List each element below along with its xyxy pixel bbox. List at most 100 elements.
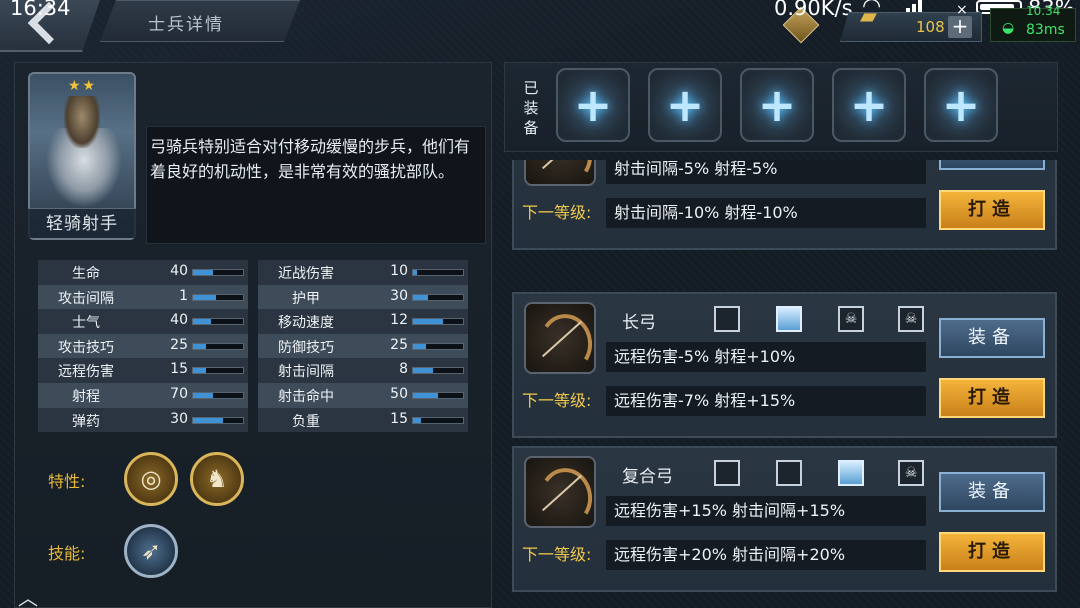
- trait-label: 特性:: [48, 472, 86, 491]
- stat-value: 15: [390, 410, 408, 427]
- stat-row: 生命 40: [38, 260, 248, 285]
- status-time: 16:34: [10, 0, 71, 20]
- top-bar: 16:34 士兵详情 0.90K/s ◠ 83% ▰ 108 + × 10.34…: [0, 0, 1080, 54]
- stat-row: 移动速度 12: [258, 309, 468, 334]
- tier-checkbox[interactable]: [776, 460, 802, 486]
- stats-column-2: 近战伤害 10 护甲 30 移动速度 12 防御技巧 25 射击间隔 8 射击命中 50 负重 15: [258, 260, 468, 433]
- stat-bar-fill: [413, 270, 417, 275]
- stat-bar: [412, 318, 464, 326]
- stat-value: 25: [170, 336, 188, 353]
- stat-value: 12: [390, 312, 408, 329]
- weapon-name: 复合弓: [622, 467, 673, 487]
- stat-bar: [192, 269, 244, 276]
- stat-bar-fill: [193, 270, 213, 275]
- add-icon: +: [941, 78, 981, 132]
- stat-label: 射击间隔: [278, 364, 334, 381]
- equip-slot-weapon[interactable]: +: [556, 68, 630, 142]
- stat-label: 负重: [292, 413, 320, 430]
- bow-icon: [524, 160, 596, 186]
- forge-button[interactable]: 打造: [939, 378, 1045, 418]
- trait-icon-cavalry[interactable]: ♞: [190, 452, 244, 506]
- tier-checkbox[interactable]: [838, 460, 864, 486]
- chevron-up-icon[interactable]: ︿: [10, 582, 46, 608]
- stat-bar: [192, 342, 244, 350]
- stat-row: 护甲 30: [258, 284, 468, 310]
- tier-checkbox[interactable]: [776, 306, 802, 332]
- ping-top: 10.34: [1026, 4, 1061, 18]
- weapon-card: 反曲弓☠☠☠装备射击间隔-5% 射程-5%下一等级:射击间隔-10% 射程-10…: [512, 160, 1057, 250]
- stat-row: 射击间隔 8: [258, 358, 468, 383]
- status-net-speed: 0.90K/s: [774, 0, 853, 20]
- gold-ingot-icon: ▰: [860, 4, 877, 29]
- weapon-stat: 射击间隔-5% 射程-5%: [606, 160, 926, 184]
- skill-icon-arrows[interactable]: ➶: [124, 524, 178, 578]
- bow-icon: [524, 302, 596, 374]
- next-level-stat: 远程伤害-7% 射程+15%: [606, 386, 926, 416]
- add-icon: +: [849, 78, 889, 132]
- stat-bar-fill: [413, 343, 426, 349]
- stat-value: 30: [170, 410, 188, 427]
- stat-value: 50: [390, 385, 408, 402]
- stat-bar-fill: [193, 392, 213, 398]
- stat-row: 远程伤害 15: [38, 358, 248, 383]
- stat-row: 士气 40: [38, 309, 248, 334]
- unit-name: 轻骑射手: [28, 208, 136, 238]
- trait-icon-ranged[interactable]: ◎: [124, 452, 178, 506]
- stats-column-1: 生命 40 攻击间隔 1 士气 40 攻击技巧 25 远程伤害 15 射程 70 弹药 30: [38, 260, 248, 433]
- stat-label: 护甲: [292, 290, 320, 307]
- stat-label: 射击命中: [278, 388, 334, 405]
- stat-bar-fill: [413, 319, 443, 325]
- gold-count: 108: [916, 18, 945, 36]
- stat-bar-fill: [413, 294, 428, 300]
- next-level-label: 下一等级:: [522, 545, 592, 564]
- weapon-card: 复合弓 ☠ 装备 远程伤害+15% 射击间隔+15% 下一等级: 远程伤害+20% 射击间…: [512, 446, 1057, 592]
- stat-bar: [412, 293, 464, 301]
- add-icon: +: [665, 78, 705, 132]
- tier-checkbox[interactable]: [714, 460, 740, 486]
- stat-bar: [192, 391, 244, 399]
- rider-figure: [64, 96, 100, 148]
- tier-checkbox[interactable]: [714, 306, 740, 332]
- stat-value: 25: [390, 336, 408, 353]
- stat-bar: [412, 269, 464, 276]
- weapon-stat: 远程伤害+15% 射击间隔+15%: [606, 496, 926, 526]
- stat-label: 射程: [72, 388, 100, 405]
- equip-slot-mount[interactable]: +: [648, 68, 722, 142]
- equip-slot-armor[interactable]: +: [832, 68, 906, 142]
- equip-slot-helmet[interactable]: +: [924, 68, 998, 142]
- equip-slot-shield[interactable]: +: [740, 68, 814, 142]
- horse-icon: ♞: [206, 465, 228, 493]
- close-icon[interactable]: ×: [956, 2, 968, 18]
- add-icon: +: [573, 78, 613, 132]
- stat-bar-fill: [193, 343, 206, 349]
- stat-bar: [412, 342, 464, 350]
- stat-row: 攻击技巧 25: [38, 333, 248, 359]
- stat-value: 1: [179, 287, 188, 304]
- add-gold-button[interactable]: +: [948, 16, 972, 38]
- stat-row: 攻击间隔 1: [38, 284, 248, 310]
- stat-row: 防御技巧 25: [258, 333, 468, 359]
- stat-bar-fill: [413, 392, 438, 398]
- stat-label: 近战伤害: [278, 266, 334, 282]
- star-rating: ★★: [68, 78, 98, 94]
- stat-value: 70: [170, 385, 188, 402]
- stat-label: 士气: [72, 315, 100, 332]
- forge-button[interactable]: 打造: [939, 532, 1045, 572]
- equip-button[interactable]: 装备: [939, 318, 1045, 358]
- weapon-list[interactable]: 反曲弓☠☠☠装备射击间隔-5% 射程-5%下一等级:射击间隔-10% 射程-10…: [504, 160, 1064, 608]
- stat-label: 防御技巧: [278, 339, 334, 356]
- stat-bar: [192, 318, 244, 326]
- stat-row: 射程 70: [38, 382, 248, 408]
- page-title: 士兵详情: [148, 15, 224, 35]
- bow-icon: [524, 456, 596, 528]
- forge-button[interactable]: 打造: [939, 190, 1045, 230]
- equip-button[interactable]: 装备: [939, 472, 1045, 512]
- arrows-icon: ➶: [140, 537, 162, 565]
- locked-tier-icon: ☠: [838, 306, 864, 332]
- stat-bar: [192, 293, 244, 301]
- equip-button[interactable]: 装备: [939, 160, 1045, 170]
- bow-icon: ◎: [140, 465, 162, 493]
- locked-tier-icon: ☠: [898, 460, 924, 486]
- stat-bar: [192, 367, 244, 375]
- stat-value: 30: [390, 287, 408, 304]
